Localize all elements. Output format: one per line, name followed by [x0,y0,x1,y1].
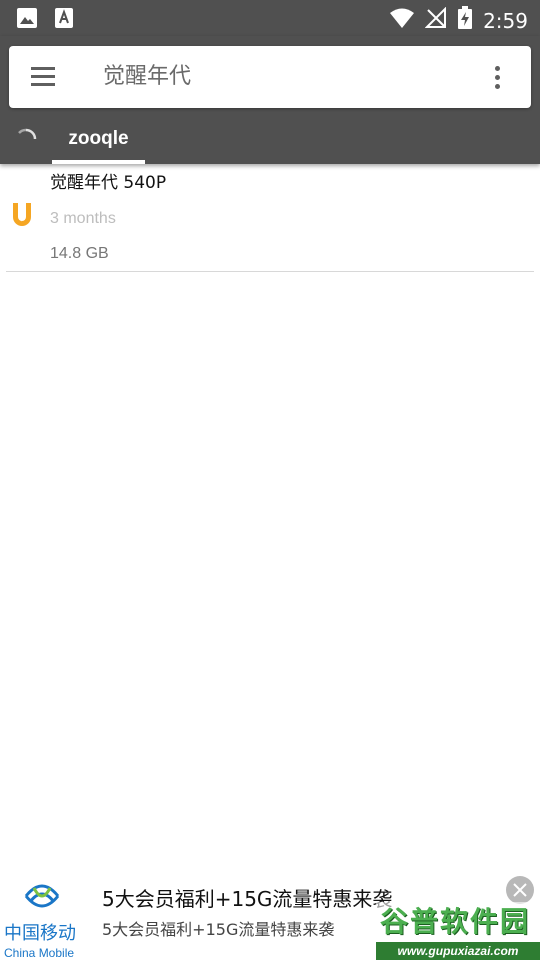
wifi-icon [389,7,415,34]
tab-zooqle[interactable]: zooqle [52,116,145,164]
tab-label: zooqle [68,128,129,149]
search-input[interactable]: 觉醒年代 [103,62,191,92]
watermark: 谷普软件园 www.gupuxiazai.com [376,902,540,960]
brand-name-en: China Mobile [4,946,75,960]
result-age: 3 months [50,210,116,227]
text-app-icon [54,7,74,34]
screen: 2:59 觉醒年代 zooqle 觉醒年代 540P 3 months 14.8… [0,0,540,960]
status-bar: 2:59 [0,0,540,36]
image-icon [16,7,38,34]
watermark-url: www.gupuxiazai.com [376,942,540,960]
search-bar[interactable]: 觉醒年代 [9,46,531,108]
loading-spinner-icon [14,127,38,151]
result-size: 14.8 GB [50,245,109,262]
ad-subtitle: 5大会员福利+15G流量特惠来袭 [102,920,335,939]
clock: 2:59 [483,8,528,33]
magnet-icon [8,201,36,231]
more-options-icon[interactable] [487,65,507,91]
ad-banner[interactable]: 中国移动 China Mobile 5大会员福利+15G流量特惠来袭 5大会员福… [0,866,540,960]
divider [6,271,534,272]
result-title: 觉醒年代 540P [50,173,167,193]
battery-charging-icon [457,6,473,35]
no-signal-icon [424,6,447,34]
brand-name-cn: 中国移动 [4,923,76,944]
china-mobile-logo: 中国移动 China Mobile [0,874,84,960]
app-header: 觉醒年代 zooqle [0,36,540,164]
close-icon[interactable] [506,876,534,904]
list-item[interactable]: 觉醒年代 540P 3 months 14.8 GB [0,164,540,272]
ad-title[interactable]: 5大会员福利+15G流量特惠来袭 [102,886,392,912]
tab-bar: zooqle [0,116,540,164]
menu-icon[interactable] [29,65,57,89]
watermark-text: 谷普软件园 [380,905,531,938]
